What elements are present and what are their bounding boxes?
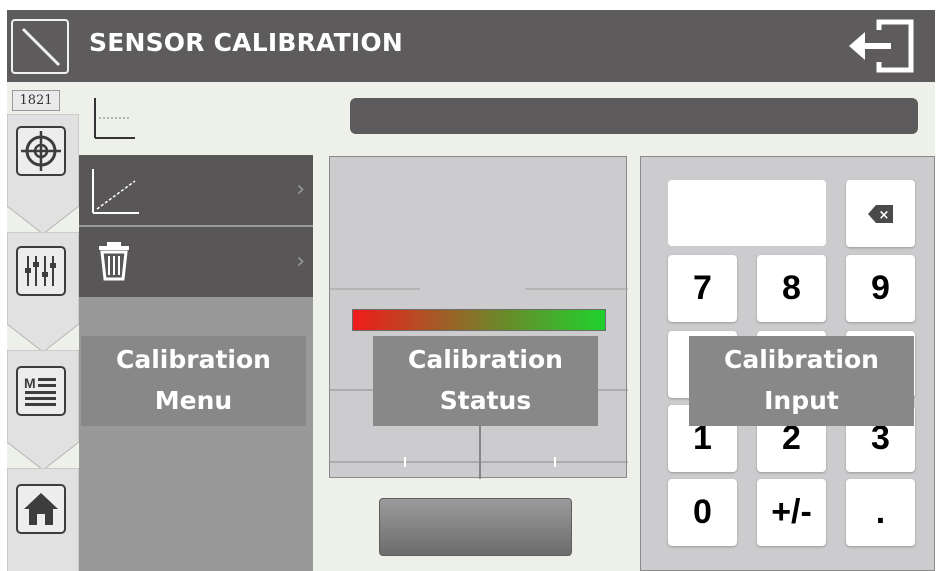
manual-list-icon: M — [16, 366, 66, 416]
key-9[interactable]: 9 — [846, 255, 915, 322]
nav-tab-home[interactable] — [7, 468, 79, 571]
svg-text:×: × — [879, 208, 890, 223]
overlay-line-2: Input — [764, 386, 839, 415]
key-8[interactable]: 8 — [757, 255, 826, 322]
chevron-right-icon: › — [296, 177, 305, 202]
counter-display: 1821 — [12, 90, 60, 111]
calibration-progress-bar — [352, 309, 606, 331]
overlay-calibration-input: Calibration Input — [689, 336, 914, 426]
nav-tab-target[interactable] — [7, 114, 79, 240]
target-crosshair-icon — [16, 126, 66, 176]
overlay-line-1: Calibration — [408, 345, 563, 374]
menu-item-calibration-curve[interactable]: › — [79, 155, 313, 225]
exit-button[interactable] — [845, 18, 915, 74]
calibration-curve-icon — [92, 169, 139, 214]
chevron-right-icon: › — [296, 249, 305, 274]
calibration-status-panel — [329, 156, 628, 479]
calibration-slash-icon[interactable] — [11, 19, 69, 74]
trash-icon — [99, 242, 129, 281]
nav-tab-manual[interactable]: M — [7, 350, 79, 476]
key-decimal[interactable]: . — [846, 479, 915, 546]
overlay-line-1: Calibration — [116, 345, 271, 374]
key-7[interactable]: 7 — [668, 255, 737, 322]
axes-icon — [91, 94, 141, 144]
key-plus-minus[interactable]: +/- — [757, 479, 826, 546]
key-0[interactable]: 0 — [668, 479, 737, 546]
status-action-button[interactable] — [379, 498, 572, 556]
overlay-calibration-menu: Calibration Menu — [81, 336, 306, 426]
overlay-calibration-status: Calibration Status — [373, 336, 598, 426]
overlay-line-1: Calibration — [724, 345, 879, 374]
page-title: SENSOR CALIBRATION — [89, 28, 403, 57]
mixer-sliders-icon — [16, 246, 66, 296]
home-icon — [16, 484, 66, 534]
nav-tab-mixer[interactable] — [7, 232, 79, 358]
app-window: SENSOR CALIBRATION 1821 M › › × 7 8 9 1 … — [7, 10, 935, 571]
overlay-line-2: Status — [439, 386, 532, 415]
svg-text:M: M — [24, 375, 36, 391]
header-bar: SENSOR CALIBRATION — [7, 10, 935, 82]
keypad-display[interactable] — [668, 180, 826, 246]
backspace-button[interactable]: × — [846, 180, 915, 247]
status-message-bar — [350, 98, 918, 134]
backspace-icon: × — [868, 205, 893, 223]
exit-door-icon — [849, 19, 914, 73]
overlay-line-2: Menu — [154, 386, 233, 415]
menu-item-delete[interactable]: › — [79, 227, 313, 297]
